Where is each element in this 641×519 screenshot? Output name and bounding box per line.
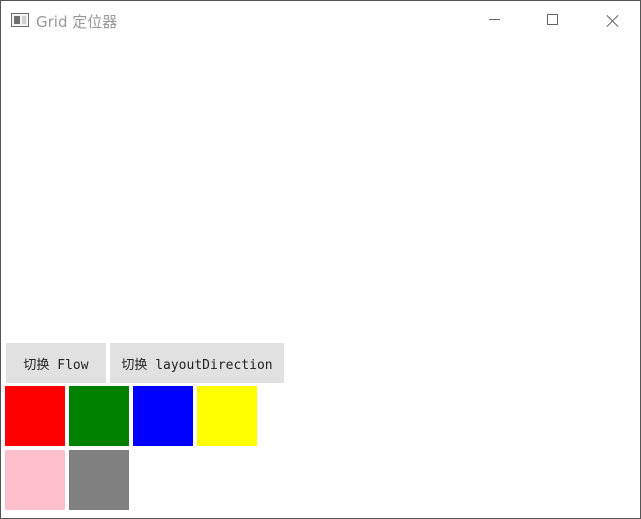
grid-cell-gray xyxy=(69,450,129,510)
title-bar[interactable]: Grid 定位器 xyxy=(1,1,640,39)
grid-cell-green xyxy=(69,386,129,446)
close-icon xyxy=(606,14,619,27)
minimize-icon xyxy=(489,19,500,20)
maximize-button[interactable] xyxy=(523,1,581,39)
minimize-button[interactable] xyxy=(465,1,523,39)
grid-cell-red xyxy=(5,386,65,446)
window-app-icon xyxy=(11,13,29,27)
toggle-layout-direction-button[interactable]: 切换 layoutDirection xyxy=(110,343,284,383)
window-title: Grid 定位器 xyxy=(36,13,118,31)
grid-cell-pink xyxy=(5,450,65,510)
app-window: Grid 定位器 切换 Flow 切换 layoutDirection xyxy=(0,0,641,519)
maximize-icon xyxy=(547,14,558,25)
grid-cell-yellow xyxy=(197,386,257,446)
close-button[interactable] xyxy=(582,1,640,39)
toggle-flow-button[interactable]: 切换 Flow xyxy=(6,343,106,383)
grid-cell-blue xyxy=(133,386,193,446)
